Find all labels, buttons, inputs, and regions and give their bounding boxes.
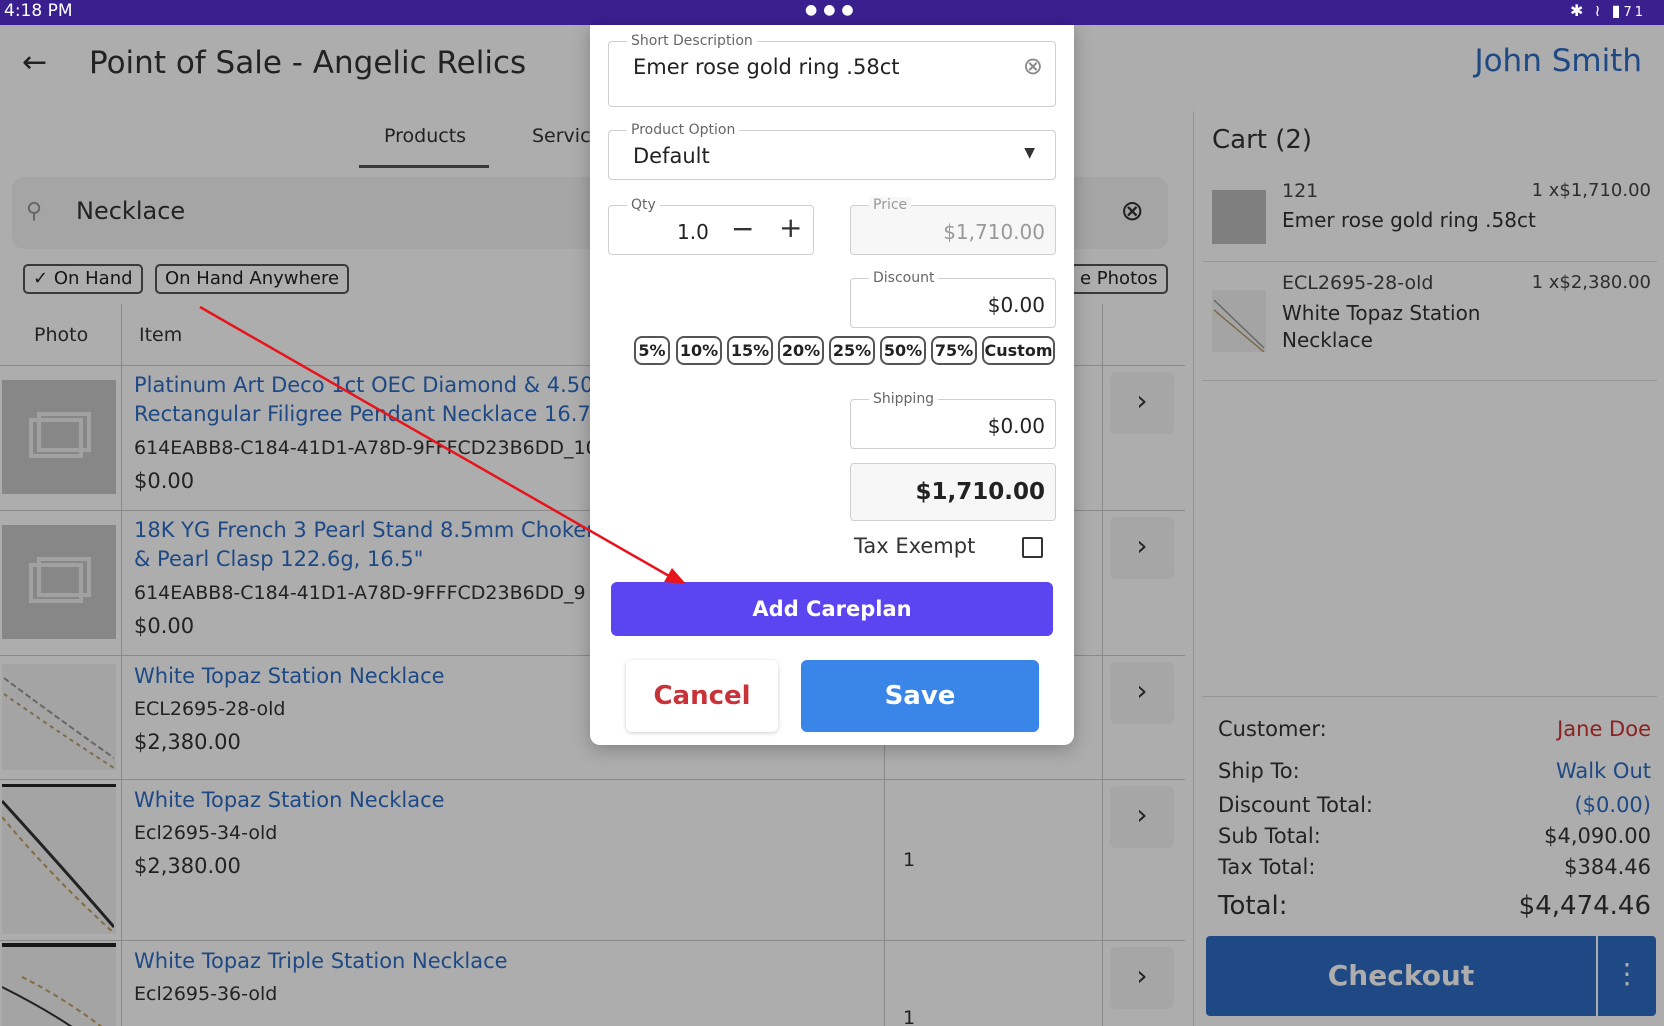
tax-exempt-checkbox[interactable] (1022, 537, 1043, 558)
discount-preset-custom[interactable]: Custom (982, 336, 1055, 365)
short-description-field[interactable]: Short Description Emer rose gold ring .5… (608, 33, 1056, 107)
shipping-field[interactable]: Shipping $0.00 (850, 391, 1056, 449)
status-dots-icon: ●●● (805, 2, 860, 18)
qty-stepper[interactable]: Qty 1.0 − + (608, 197, 814, 255)
cancel-button[interactable]: Cancel (626, 660, 778, 732)
status-icons: ✱ ≀ ▮71 (1570, 1, 1646, 20)
discount-preset-5[interactable]: 5% (634, 336, 670, 365)
status-bar: 4:18 PM ●●● ✱ ≀ ▮71 (0, 0, 1664, 25)
line-total-field: $1,710.00 (850, 463, 1056, 521)
product-option-label: Product Option (627, 122, 740, 138)
price-value: $1,710.00 (943, 220, 1045, 244)
line-total-value: $1,710.00 (915, 479, 1046, 505)
discount-preset-20[interactable]: 20% (778, 336, 824, 365)
discount-label: Discount (869, 270, 939, 286)
discount-input[interactable]: $0.00 (988, 293, 1045, 317)
qty-label: Qty (627, 197, 660, 213)
product-option-select[interactable]: Product Option Default ▼ (608, 122, 1056, 180)
save-button[interactable]: Save (801, 660, 1039, 732)
dropdown-arrow-icon: ▼ (1024, 145, 1035, 161)
discount-preset-25[interactable]: 25% (829, 336, 875, 365)
short-description-label: Short Description (627, 33, 757, 49)
add-careplan-button[interactable]: Add Careplan (611, 582, 1053, 636)
discount-preset-75[interactable]: 75% (931, 336, 977, 365)
discount-preset-50[interactable]: 50% (880, 336, 926, 365)
shipping-input[interactable]: $0.00 (988, 414, 1045, 438)
minus-icon[interactable]: − (731, 212, 754, 245)
discount-field[interactable]: Discount $0.00 (850, 270, 1056, 328)
discount-preset-10[interactable]: 10% (676, 336, 722, 365)
product-option-value: Default (633, 144, 710, 168)
tax-exempt-label: Tax Exempt (854, 534, 976, 558)
price-field: Price $1,710.00 (850, 197, 1056, 255)
status-time: 4:18 PM (4, 1, 73, 21)
short-description-input[interactable]: Emer rose gold ring .58ct (633, 55, 900, 79)
shipping-label: Shipping (869, 391, 939, 407)
plus-icon[interactable]: + (779, 211, 802, 244)
edit-item-dialog: Short Description Emer rose gold ring .5… (590, 25, 1074, 745)
discount-preset-15[interactable]: 15% (727, 336, 773, 365)
battery-level: 71 (1623, 5, 1646, 20)
clear-field-icon[interactable]: ⊗ (1023, 52, 1043, 80)
battery-icon: ▮ (1611, 1, 1624, 20)
wifi-icon: ≀ (1594, 1, 1604, 20)
price-label: Price (869, 197, 912, 213)
bluetooth-icon: ✱ (1570, 1, 1587, 20)
qty-input[interactable]: 1.0 (677, 220, 709, 244)
